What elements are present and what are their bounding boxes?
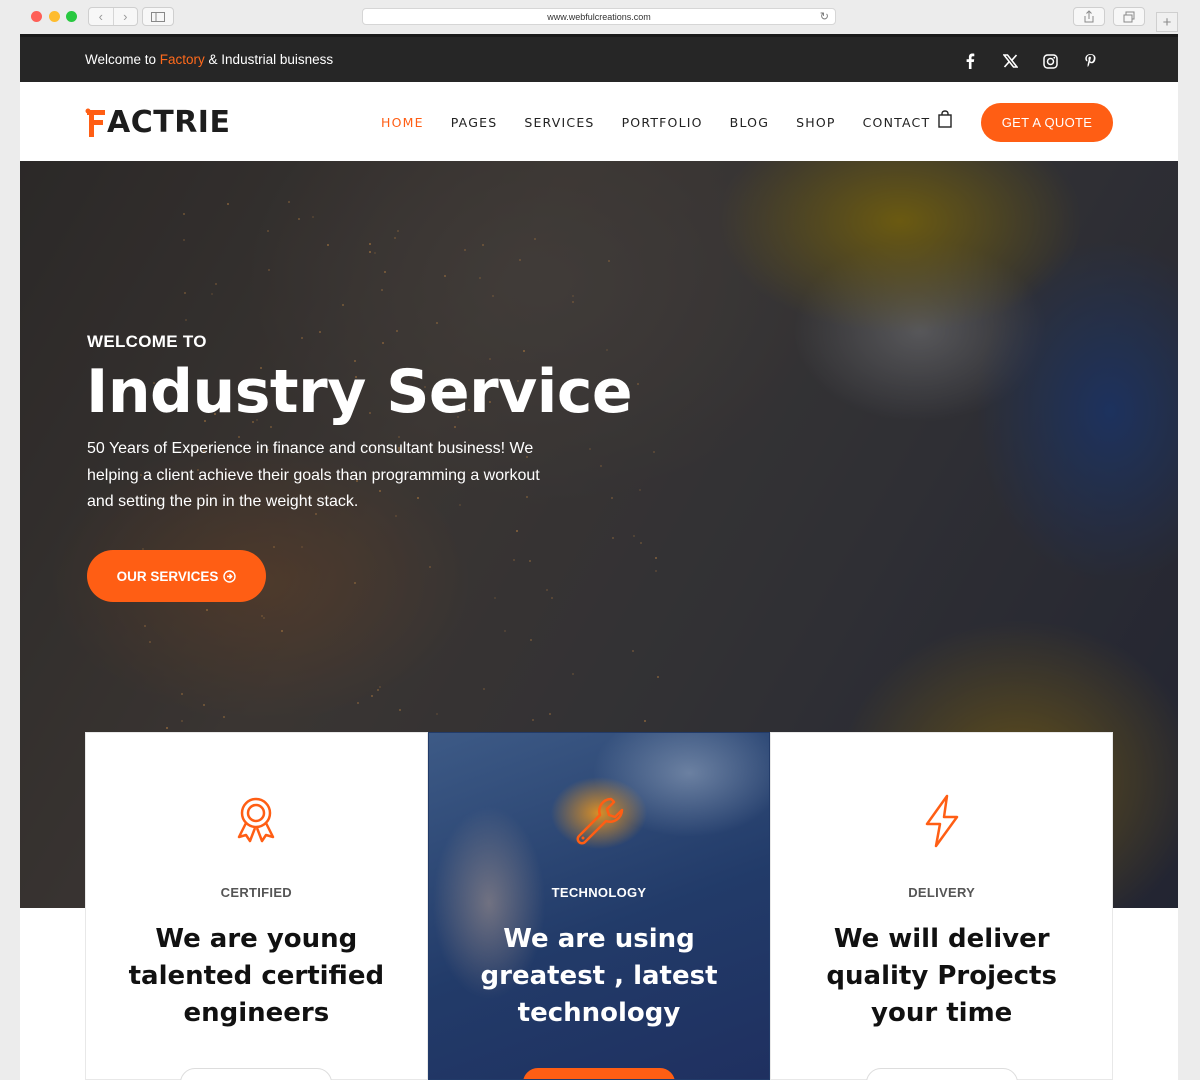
lightning-icon (925, 794, 958, 848)
hero-description: 50 Years of Experience in finance and co… (87, 440, 540, 510)
feature-card-delivery: DELIVERY We will deliver quality Project… (770, 732, 1114, 1080)
feature-heading: We are using greatest , latest technolog… (480, 924, 718, 1028)
new-tab-button[interactable]: + (1156, 12, 1178, 32)
x-icon[interactable] (1000, 51, 1020, 71)
hero-eyebrow: WELCOME TO (87, 332, 207, 351)
main-nav: HOME PAGES SERVICES PORTFOLIO BLOG SHOP … (381, 115, 957, 130)
wrench-icon (576, 797, 624, 845)
our-services-label: OUR SERVICES (116, 568, 219, 584)
welcome-suffix: & Industrial buisness (204, 52, 334, 67)
features-row: CERTIFIED We are young talented certifie… (85, 732, 1114, 1080)
feature-heading: We will deliver quality Projects your ti… (826, 924, 1057, 1028)
logo-mark-icon (85, 108, 105, 137)
feature-card-certified: CERTIFIED We are young talented certifie… (85, 732, 428, 1080)
logo-text: ACTRIE (107, 104, 231, 140)
reload-icon[interactable]: ↻ (820, 11, 829, 23)
shopping-bag-icon[interactable] (937, 110, 955, 128)
arrow-circle-icon (223, 569, 237, 583)
nav-shop[interactable]: SHOP (796, 115, 836, 130)
facebook-icon[interactable] (960, 51, 980, 71)
url-text: www.webfulcreations.com (547, 11, 651, 22)
feature-button[interactable] (865, 1068, 1018, 1080)
share-button[interactable] (1073, 7, 1105, 26)
welcome-highlight: Factory (159, 52, 205, 67)
share-icon (1084, 10, 1094, 23)
welcome-prefix: Welcome to (85, 52, 160, 67)
address-bar[interactable]: www.webfulcreations.com ↻ (362, 8, 836, 25)
minimize-window-button[interactable] (49, 11, 60, 22)
page-viewport: Welcome to Factory & Industrial buisness… (20, 34, 1178, 1080)
feature-button[interactable] (180, 1068, 333, 1080)
tabs-overview-button[interactable] (1113, 7, 1145, 26)
award-icon (238, 797, 275, 843)
sidebar-icon (151, 11, 165, 22)
browser-toolbar: ‹ › www.webfulcreations.com ↻ + (0, 0, 1200, 34)
site-logo[interactable]: ACTRIE (85, 104, 230, 140)
social-links (960, 51, 1100, 71)
feature-label: CERTIFIED (220, 885, 292, 900)
get-a-quote-button[interactable]: GET A QUOTE (981, 103, 1113, 142)
feature-card-technology: TECHNOLOGY We are using greatest , lates… (427, 732, 771, 1080)
nav-pages[interactable]: PAGES (451, 115, 498, 130)
instagram-icon[interactable] (1040, 51, 1060, 71)
back-icon[interactable]: ‹ (89, 8, 113, 25)
top-bar: Welcome to Factory & Industrial buisness (20, 34, 1178, 82)
nav-contact[interactable]: CONTACT (863, 115, 931, 130)
site-header: ACTRIE HOME PAGES SERVICES PORTFOLIO BLO… (20, 82, 1178, 161)
tabs-icon (1123, 11, 1135, 22)
feature-button[interactable] (523, 1068, 675, 1079)
feature-label: DELIVERY (908, 885, 976, 900)
feature-heading: We are young talented certified engineer… (128, 924, 385, 1028)
forward-icon[interactable]: › (112, 8, 138, 25)
history-nav: ‹ › (88, 7, 138, 26)
nav-portfolio[interactable]: PORTFOLIO (622, 115, 703, 130)
close-window-button[interactable] (31, 11, 42, 22)
nav-blog[interactable]: BLOG (730, 115, 769, 130)
nav-services[interactable]: SERVICES (524, 115, 594, 130)
hero-title: Industry Service (86, 357, 633, 427)
nav-home[interactable]: HOME (381, 115, 424, 130)
maximize-window-button[interactable] (66, 11, 77, 22)
feature-label: TECHNOLOGY (551, 885, 647, 900)
welcome-text: Welcome to Factory & Industrial buisness (85, 52, 333, 67)
sidebar-toggle-button[interactable] (142, 7, 174, 26)
our-services-button[interactable]: OUR SERVICES (87, 550, 266, 602)
pinterest-icon[interactable] (1080, 51, 1100, 71)
